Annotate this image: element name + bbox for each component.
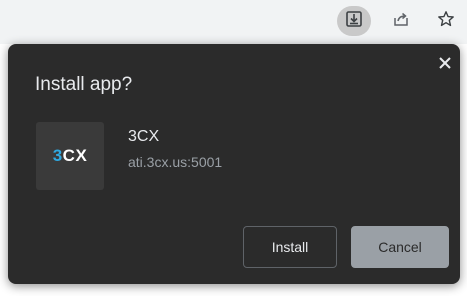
app-logo-text: CX bbox=[62, 146, 88, 165]
close-button[interactable] bbox=[434, 54, 456, 76]
app-name: 3CX bbox=[128, 128, 160, 145]
cancel-button[interactable]: Cancel bbox=[351, 226, 449, 268]
install-button[interactable]: Install bbox=[243, 226, 337, 268]
dialog-title: Install app? bbox=[35, 74, 133, 95]
app-url: ati.3cx.us:5001 bbox=[128, 154, 223, 170]
browser-toolbar bbox=[0, 0, 467, 45]
close-icon bbox=[438, 56, 452, 75]
star-icon bbox=[437, 10, 455, 33]
install-app-dialog: Install app? 3 CX 3CX ati.3cx.us:5001 Ins… bbox=[8, 44, 460, 284]
install-app-button[interactable] bbox=[337, 6, 371, 36]
share-button[interactable] bbox=[384, 6, 418, 36]
app-logo: 3 CX bbox=[36, 122, 104, 190]
install-app-icon bbox=[345, 10, 363, 33]
bookmark-button[interactable] bbox=[429, 6, 463, 36]
share-icon bbox=[392, 10, 410, 33]
app-logo-number: 3 bbox=[52, 146, 63, 165]
